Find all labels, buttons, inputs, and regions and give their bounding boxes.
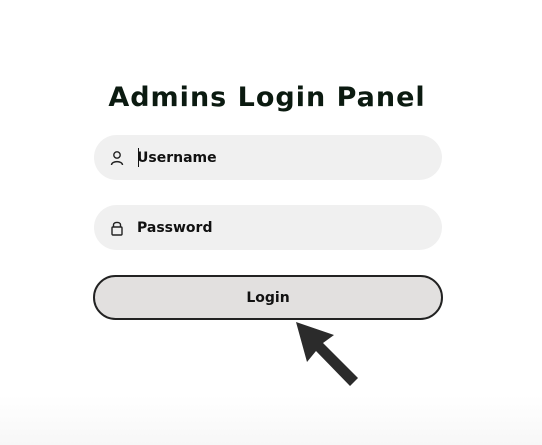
- login-button[interactable]: Login: [93, 275, 443, 320]
- arrow-pointer-icon: [296, 322, 358, 386]
- username-input[interactable]: [137, 135, 427, 180]
- password-input[interactable]: [137, 205, 427, 250]
- lock-icon: [111, 221, 123, 236]
- page-title: Admins Login Panel: [108, 82, 426, 113]
- text-caret: [138, 148, 139, 167]
- password-field[interactable]: [94, 205, 442, 250]
- user-icon: [110, 151, 124, 166]
- username-field[interactable]: [94, 135, 442, 180]
- login-page: Admins Login Panel Login: [0, 0, 542, 445]
